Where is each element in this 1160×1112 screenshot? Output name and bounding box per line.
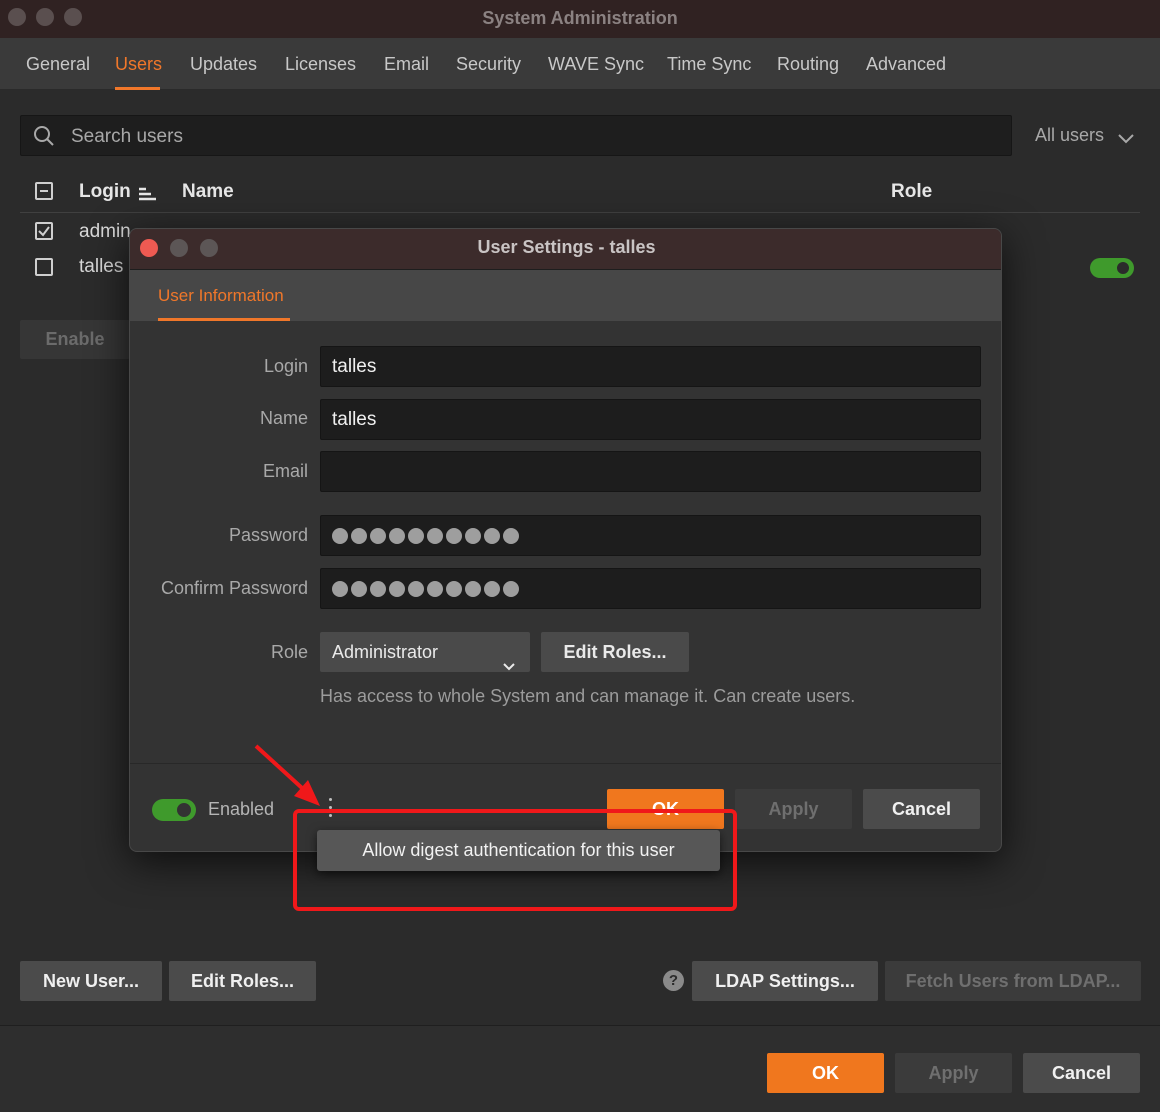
dialog-title: User Settings - talles [477, 237, 656, 257]
tab-updates[interactable]: Updates [190, 54, 257, 75]
sort-icon[interactable] [138, 184, 158, 207]
tab-user-information[interactable]: User Information [158, 286, 284, 306]
login-label: Login [263, 356, 308, 376]
password-dot [484, 581, 500, 597]
tab-routing[interactable]: Routing [777, 54, 839, 75]
password-dot [465, 528, 481, 544]
email-label: Email [262, 461, 308, 481]
password-dot [370, 581, 386, 597]
tab-licenses[interactable]: Licenses [285, 54, 356, 75]
search-input[interactable]: Search users [20, 115, 1012, 156]
annotation-highlight-box [293, 809, 737, 911]
ok-button[interactable]: OK [767, 1053, 884, 1093]
dialog-tab-bar: User Information [130, 270, 1001, 321]
dialog-active-tab-indicator [158, 318, 290, 321]
new-user-button[interactable]: New User... [20, 961, 162, 1001]
row-checkbox-admin[interactable] [35, 222, 53, 240]
confirm-password-mask [332, 569, 980, 597]
name-field[interactable]: talles [320, 399, 981, 440]
annotation-arrow-icon [254, 744, 320, 806]
header-divider [20, 212, 1140, 213]
dialog-edit-roles-button[interactable]: Edit Roles... [541, 632, 689, 672]
column-header-name[interactable]: Name [182, 181, 234, 203]
edit-roles-button[interactable]: Edit Roles... [169, 961, 316, 1001]
tab-email[interactable]: Email [384, 54, 429, 75]
tab-wave-sync[interactable]: WAVE Sync [548, 54, 644, 75]
tab-security[interactable]: Security [456, 54, 521, 75]
password-dot [408, 581, 424, 597]
role-label: Role [270, 642, 308, 662]
column-header-login[interactable]: Login [79, 181, 131, 203]
tab-bar: General Users Updates Licenses Email Sec… [0, 38, 1160, 90]
tab-users[interactable]: Users [115, 54, 162, 75]
email-field[interactable] [320, 451, 981, 492]
search-placeholder: Search users [71, 126, 183, 147]
chevron-down-icon [502, 646, 516, 686]
password-dot [332, 528, 348, 544]
row-login-talles[interactable]: talles [79, 256, 123, 278]
row-login-admin[interactable]: admin [79, 221, 131, 243]
password-field[interactable] [320, 515, 981, 556]
help-icon[interactable]: ? [663, 970, 684, 991]
role-select[interactable]: Administrator [320, 632, 530, 672]
password-dot [446, 581, 462, 597]
password-dot [427, 581, 443, 597]
password-dot [427, 528, 443, 544]
tab-general[interactable]: General [26, 54, 90, 75]
password-dot [370, 528, 386, 544]
user-filter-label: All users [1035, 125, 1105, 145]
ldap-settings-button[interactable]: LDAP Settings... [692, 961, 878, 1001]
row-checkbox-talles[interactable] [35, 258, 53, 276]
apply-button[interactable]: Apply [895, 1053, 1012, 1093]
row-enabled-toggle[interactable] [1090, 258, 1134, 278]
tab-advanced[interactable]: Advanced [866, 54, 946, 75]
password-dot [503, 581, 519, 597]
password-dot [408, 528, 424, 544]
password-dot [465, 581, 481, 597]
password-dot [446, 528, 462, 544]
confirm-password-label: Confirm Password [160, 578, 308, 598]
footer: OK Apply Cancel [0, 1026, 1160, 1112]
enabled-toggle[interactable] [152, 799, 196, 821]
login-field[interactable]: talles [320, 346, 981, 387]
password-dot [351, 581, 367, 597]
tab-time-sync[interactable]: Time Sync [667, 54, 751, 75]
role-description: Has access to whole System and can manag… [320, 686, 856, 706]
enable-button[interactable]: Enable [20, 320, 130, 359]
password-dot [389, 528, 405, 544]
password-label: Password [228, 525, 308, 545]
role-selected-value: Administrator [332, 642, 439, 662]
select-all-checkbox[interactable] [35, 182, 53, 200]
password-dot [484, 528, 500, 544]
chevron-down-icon [1117, 129, 1135, 150]
password-dot [503, 528, 519, 544]
confirm-password-field[interactable] [320, 568, 981, 609]
column-header-role[interactable]: Role [891, 181, 932, 203]
dialog-apply-button[interactable]: Apply [735, 789, 852, 829]
password-dot [389, 581, 405, 597]
password-dot [332, 581, 348, 597]
window-title: System Administration [482, 8, 678, 28]
password-dot [351, 528, 367, 544]
window-titlebar: System Administration [0, 0, 1160, 38]
user-filter-dropdown[interactable]: All users [1035, 125, 1134, 146]
search-icon [33, 125, 55, 152]
fetch-users-ldap-button[interactable]: Fetch Users from LDAP... [885, 961, 1141, 1001]
dialog-titlebar: User Settings - talles [130, 229, 1001, 270]
dialog-cancel-button[interactable]: Cancel [863, 789, 980, 829]
password-mask [332, 516, 980, 544]
name-label: Name [259, 408, 308, 428]
active-tab-indicator [115, 87, 160, 90]
cancel-button[interactable]: Cancel [1023, 1053, 1140, 1093]
